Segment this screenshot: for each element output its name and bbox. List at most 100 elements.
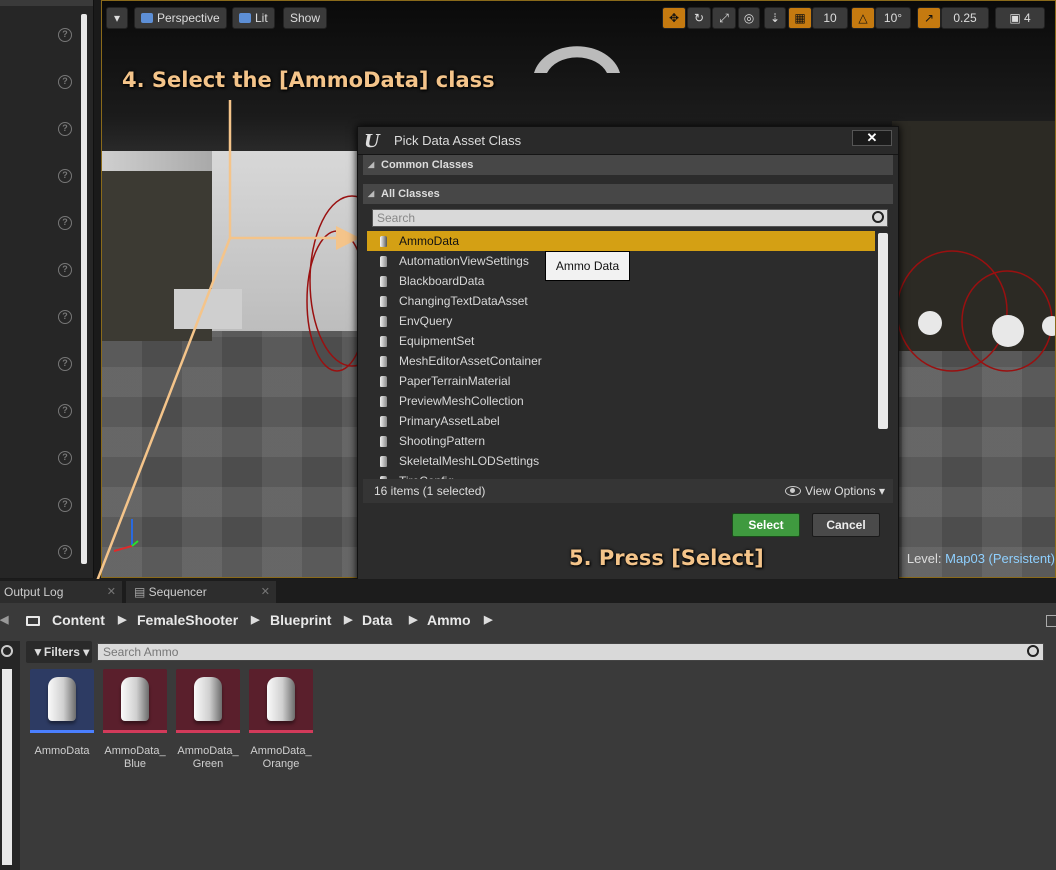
class-list-item[interactable]: ChangingTextDataAsset: [367, 291, 875, 311]
class-search-input[interactable]: Search: [372, 209, 888, 227]
close-tab-icon[interactable]: ✕: [261, 581, 270, 603]
view-options-button[interactable]: View Options ▾: [785, 479, 885, 503]
help-icon[interactable]: ?: [58, 310, 72, 324]
help-icon[interactable]: ?: [58, 216, 72, 230]
perspective-button[interactable]: Perspective: [134, 7, 227, 29]
asset-thumbnail: [30, 669, 94, 733]
target-dummy: [918, 311, 942, 335]
target-dummy: [1042, 316, 1055, 336]
class-icon: [380, 436, 387, 447]
asset-type-bar: [176, 730, 240, 733]
class-list-item[interactable]: AmmoData: [367, 231, 875, 251]
asset-tile[interactable]: AmmoData_ Green: [176, 669, 240, 771]
breadcrumb-separator-icon[interactable]: ▶: [251, 607, 259, 633]
class-list-item[interactable]: EquipmentSet: [367, 331, 875, 351]
class-list-item[interactable]: EnvQuery: [367, 311, 875, 331]
history-arrow-icon[interactable]: ◀: [0, 607, 8, 633]
close-tab-icon[interactable]: ✕: [107, 581, 116, 603]
surface-snap-icon[interactable]: ⇣: [764, 7, 786, 29]
class-list-scrollbar[interactable]: [878, 233, 888, 429]
breadcrumb: ◀ Content ▶ FemaleShooter ▶ Blueprint ▶ …: [0, 607, 1056, 633]
details-scrollbar[interactable]: [81, 14, 87, 564]
asset-name: AmmoData_ Green: [177, 745, 239, 770]
camera-icon: ▣: [1009, 11, 1024, 25]
camera-speed-button[interactable]: ▣ 4: [995, 7, 1045, 29]
breadcrumb-item[interactable]: FemaleShooter: [137, 607, 238, 633]
class-list-item[interactable]: ShootingPattern: [367, 431, 875, 451]
show-button[interactable]: Show: [283, 7, 328, 29]
compass-gizmo: [534, 46, 620, 73]
help-icon[interactable]: ?: [58, 263, 72, 277]
asset-thumbnail: [176, 669, 240, 733]
asset-search-input[interactable]: Search Ammo: [97, 643, 1044, 661]
breadcrumb-separator-icon[interactable]: ▶: [118, 607, 126, 633]
class-list-item[interactable]: SkeletalMeshLODSettings: [367, 451, 875, 471]
class-list-item[interactable]: PaperTerrainMaterial: [367, 371, 875, 391]
breadcrumb-separator-icon[interactable]: ▶: [344, 607, 352, 633]
class-list-item[interactable]: TireConfig: [367, 471, 875, 479]
details-panel-header: [0, 0, 93, 6]
help-icon[interactable]: ?: [58, 122, 72, 136]
lock-icon[interactable]: [1046, 615, 1056, 627]
asset-tile[interactable]: AmmoData_ Blue: [103, 669, 167, 771]
help-icon[interactable]: ?: [58, 169, 72, 183]
select-button[interactable]: Select: [732, 513, 800, 537]
world-space-icon[interactable]: ◎: [738, 7, 760, 29]
breadcrumb-item[interactable]: Content: [52, 607, 105, 633]
class-icon: [380, 376, 387, 387]
help-icon[interactable]: ?: [58, 545, 72, 559]
axis-x: [113, 545, 133, 552]
help-icon[interactable]: ?: [58, 451, 72, 465]
breadcrumb-item[interactable]: Data: [362, 607, 392, 633]
data-asset-icon: [48, 677, 76, 721]
help-icon[interactable]: ?: [58, 404, 72, 418]
tab-output-log[interactable]: Output Log ✕: [0, 581, 122, 603]
pick-data-asset-class-dialog: U Pick Data Asset Class ✕ Common Classes…: [357, 126, 899, 584]
scale-tool-icon[interactable]: ⤢: [712, 7, 736, 29]
breadcrumb-item[interactable]: Blueprint: [270, 607, 331, 633]
grid-snap-icon[interactable]: ▦: [788, 7, 812, 29]
dialog-title: Pick Data Asset Class: [394, 133, 522, 148]
filters-button[interactable]: ▼Filters ▾: [26, 641, 92, 663]
all-classes-header[interactable]: All Classes: [363, 184, 893, 204]
help-icon[interactable]: ?: [58, 357, 72, 371]
class-list-item[interactable]: PreviewMeshCollection: [367, 391, 875, 411]
eye-icon: [785, 486, 802, 496]
asset-tile[interactable]: AmmoData: [30, 669, 94, 758]
content-browser: ◀ Content ▶ FemaleShooter ▶ Blueprint ▶ …: [0, 603, 1056, 870]
asset-name: AmmoData: [34, 745, 90, 757]
viewport-options-button[interactable]: ▾: [106, 7, 128, 29]
tab-sequencer[interactable]: ▤ Sequencer ✕: [126, 581, 276, 603]
item-count: 16 items (1 selected): [374, 484, 486, 498]
translate-tool-icon[interactable]: ✥: [662, 7, 686, 29]
help-icon[interactable]: ?: [58, 498, 72, 512]
cancel-button[interactable]: Cancel: [812, 513, 880, 537]
red-radius-ring: [896, 250, 1008, 372]
help-icon[interactable]: ?: [58, 28, 72, 42]
breadcrumb-separator-icon[interactable]: ▶: [409, 607, 417, 633]
search-icon[interactable]: [1, 645, 13, 657]
sources-scrollbar[interactable]: [2, 669, 12, 865]
rotation-snap-icon[interactable]: △: [851, 7, 875, 29]
grid-snap-value[interactable]: 10: [812, 7, 848, 29]
breadcrumb-item[interactable]: Ammo: [427, 607, 471, 633]
folder-icon: [26, 616, 40, 626]
lit-button[interactable]: Lit: [232, 7, 275, 29]
funnel-icon: ▼: [32, 645, 44, 659]
rotation-snap-value[interactable]: 10°: [875, 7, 911, 29]
data-asset-icon: [194, 677, 222, 721]
rotate-tool-icon[interactable]: ↻: [687, 7, 711, 29]
class-list-item[interactable]: PrimaryAssetLabel: [367, 411, 875, 431]
dialog-title-bar[interactable]: U Pick Data Asset Class ✕: [358, 127, 898, 155]
bottom-tab-bar: Output Log ✕ ▤ Sequencer ✕: [0, 579, 1056, 603]
scale-snap-icon[interactable]: ↗: [917, 7, 941, 29]
class-list-item[interactable]: MeshEditorAssetContainer: [367, 351, 875, 371]
scale-snap-value[interactable]: 0.25: [941, 7, 989, 29]
asset-tile[interactable]: AmmoData_ Orange: [249, 669, 313, 771]
close-button[interactable]: ✕: [852, 130, 892, 146]
step5-annotation: 5. Press [Select]: [569, 546, 764, 570]
common-classes-header[interactable]: Common Classes: [363, 155, 893, 175]
class-icon: [380, 296, 387, 307]
breadcrumb-separator-icon[interactable]: ▶: [484, 607, 492, 633]
help-icon[interactable]: ?: [58, 75, 72, 89]
